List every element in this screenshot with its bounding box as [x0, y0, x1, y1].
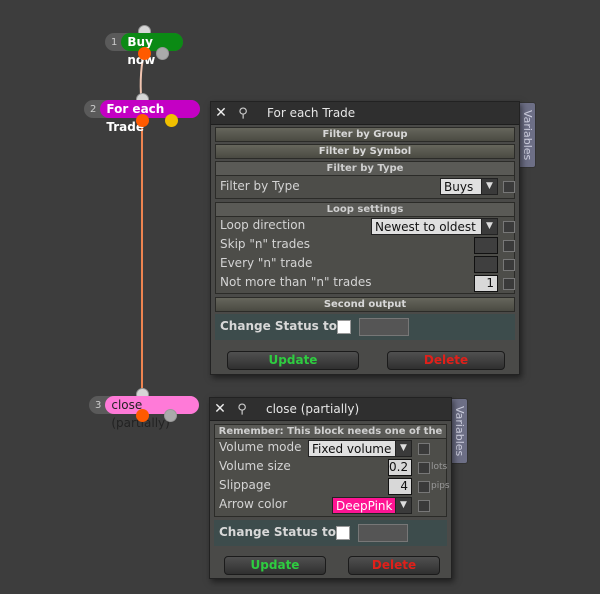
not-more-checkbox[interactable]: [503, 278, 515, 290]
panel-titlebar[interactable]: ✕ ⚲ close (partially): [210, 398, 451, 421]
section-loop-settings[interactable]: Loop settings: [216, 203, 514, 217]
panel-titlebar[interactable]: ✕ ⚲ For each Trade: [211, 102, 519, 125]
remember-note: Remember: This block needs one of the: [215, 425, 446, 439]
section-filter-by-group[interactable]: Filter by Group: [215, 127, 515, 142]
node1-secondary-dot[interactable]: [156, 47, 169, 60]
node2-output-dot[interactable]: [136, 114, 149, 127]
update-button[interactable]: Update: [227, 351, 359, 370]
change-status-label: Change Status to: [219, 525, 336, 539]
volume-size-input[interactable]: 0.2: [388, 459, 412, 476]
node-number: 1: [111, 36, 118, 48]
every-label: Every "n" trade: [220, 256, 313, 270]
pin-icon[interactable]: ⚲: [231, 106, 255, 121]
filter-type-row: Filter by Type Buys ▼: [216, 176, 515, 198]
node-number: 3: [95, 399, 102, 411]
slippage-label: Slippage: [219, 478, 271, 492]
skip-checkbox[interactable]: [503, 240, 515, 252]
delete-button[interactable]: Delete: [387, 351, 505, 370]
section-second-output[interactable]: Second output: [215, 297, 515, 312]
node3-secondary-dot[interactable]: [164, 409, 177, 422]
loop-direction-select[interactable]: Newest to oldest ▼: [371, 218, 498, 235]
node-number: 2: [90, 103, 97, 115]
node-label: Buy now: [121, 33, 183, 67]
not-more-input[interactable]: 1: [474, 275, 498, 292]
slippage-checkbox[interactable]: [418, 481, 430, 493]
every-row: Every "n" trade: [216, 255, 515, 274]
panel-title: For each Trade: [267, 106, 356, 120]
change-status-label: Change Status to: [220, 319, 337, 333]
arrow-color-checkbox[interactable]: [418, 500, 430, 512]
filter-type-checkbox[interactable]: [503, 181, 515, 193]
change-status-row: Change Status to: [214, 520, 447, 546]
update-button[interactable]: Update: [224, 556, 326, 575]
skip-row: Skip "n" trades: [216, 236, 515, 255]
volume-mode-checkbox[interactable]: [418, 443, 430, 455]
arrow-color-select[interactable]: DeepPink ▼: [332, 497, 412, 514]
volume-size-label: Volume size: [219, 459, 291, 473]
skip-input[interactable]: [474, 237, 498, 254]
volume-size-checkbox[interactable]: [418, 462, 430, 474]
node-label: close (partially): [105, 396, 199, 430]
variables-tab[interactable]: Variables: [518, 102, 536, 168]
arrow-color-value: DeepPink: [336, 499, 393, 513]
variables-tab[interactable]: Variables: [450, 398, 468, 464]
for-each-trade-panel: ✕ ⚲ For each Trade Filter by Group Filte…: [210, 101, 520, 375]
node1-output-dot[interactable]: [138, 47, 151, 60]
node2-second-output-dot[interactable]: [165, 114, 178, 127]
volume-mode-row: Volume mode Fixed volume ▼: [215, 439, 446, 458]
arrow-color-row: Arrow color DeepPink ▼: [215, 496, 446, 516]
slippage-unit: pips: [431, 481, 450, 491]
change-status-row: Change Status to: [215, 314, 515, 340]
loop-settings-group: Loop settings Loop direction Newest to o…: [215, 202, 515, 294]
change-status-swatch[interactable]: [359, 318, 409, 336]
settings-group: Remember: This block needs one of the Vo…: [214, 424, 450, 517]
loop-direction-checkbox[interactable]: [503, 221, 515, 233]
filter-type-label: Filter by Type: [220, 179, 300, 193]
close-icon[interactable]: ✕: [211, 105, 231, 121]
filter-by-type-group: Filter by Type Filter by Type Buys ▼: [215, 161, 515, 199]
not-more-row: Not more than "n" trades 1: [216, 274, 515, 293]
volume-size-row: Volume size 0.2 lots: [215, 458, 448, 477]
chevron-down-icon: ▼: [481, 219, 497, 234]
chevron-down-icon: ▼: [395, 498, 411, 513]
close-icon[interactable]: ✕: [210, 401, 230, 417]
panel-title: close (partially): [266, 402, 360, 416]
volume-mode-value: Fixed volume: [312, 442, 392, 456]
change-status-checkbox[interactable]: [337, 320, 351, 334]
volume-mode-label: Volume mode: [219, 440, 302, 454]
change-status-checkbox[interactable]: [336, 526, 350, 540]
arrow-color-label: Arrow color: [219, 497, 288, 511]
change-status-swatch[interactable]: [358, 524, 408, 542]
every-checkbox[interactable]: [503, 259, 515, 271]
loop-direction-value: Newest to oldest: [375, 220, 476, 234]
section-filter-by-symbol[interactable]: Filter by Symbol: [215, 144, 515, 159]
delete-button[interactable]: Delete: [348, 556, 440, 575]
pin-icon[interactable]: ⚲: [230, 402, 254, 417]
section-filter-by-type[interactable]: Filter by Type: [216, 162, 514, 176]
skip-label: Skip "n" trades: [220, 237, 311, 251]
close-partially-panel: ✕ ⚲ close (partially) Remember: This blo…: [209, 397, 452, 579]
slippage-input[interactable]: 4: [388, 478, 412, 495]
node3-output-dot[interactable]: [136, 409, 149, 422]
slippage-row: Slippage 4 pips: [215, 477, 450, 496]
filter-type-select[interactable]: Buys ▼: [440, 178, 498, 195]
not-more-label: Not more than "n" trades: [220, 275, 372, 289]
loop-direction-label: Loop direction: [220, 218, 306, 232]
loop-direction-row: Loop direction Newest to oldest ▼: [216, 217, 515, 236]
node-label: For each Trade: [100, 100, 200, 134]
volume-mode-select[interactable]: Fixed volume ▼: [308, 440, 412, 457]
chevron-down-icon: ▼: [395, 441, 411, 456]
filter-type-value: Buys: [444, 180, 474, 194]
volume-unit: lots: [431, 462, 448, 472]
chevron-down-icon: ▼: [481, 179, 497, 194]
every-input[interactable]: [474, 256, 498, 273]
